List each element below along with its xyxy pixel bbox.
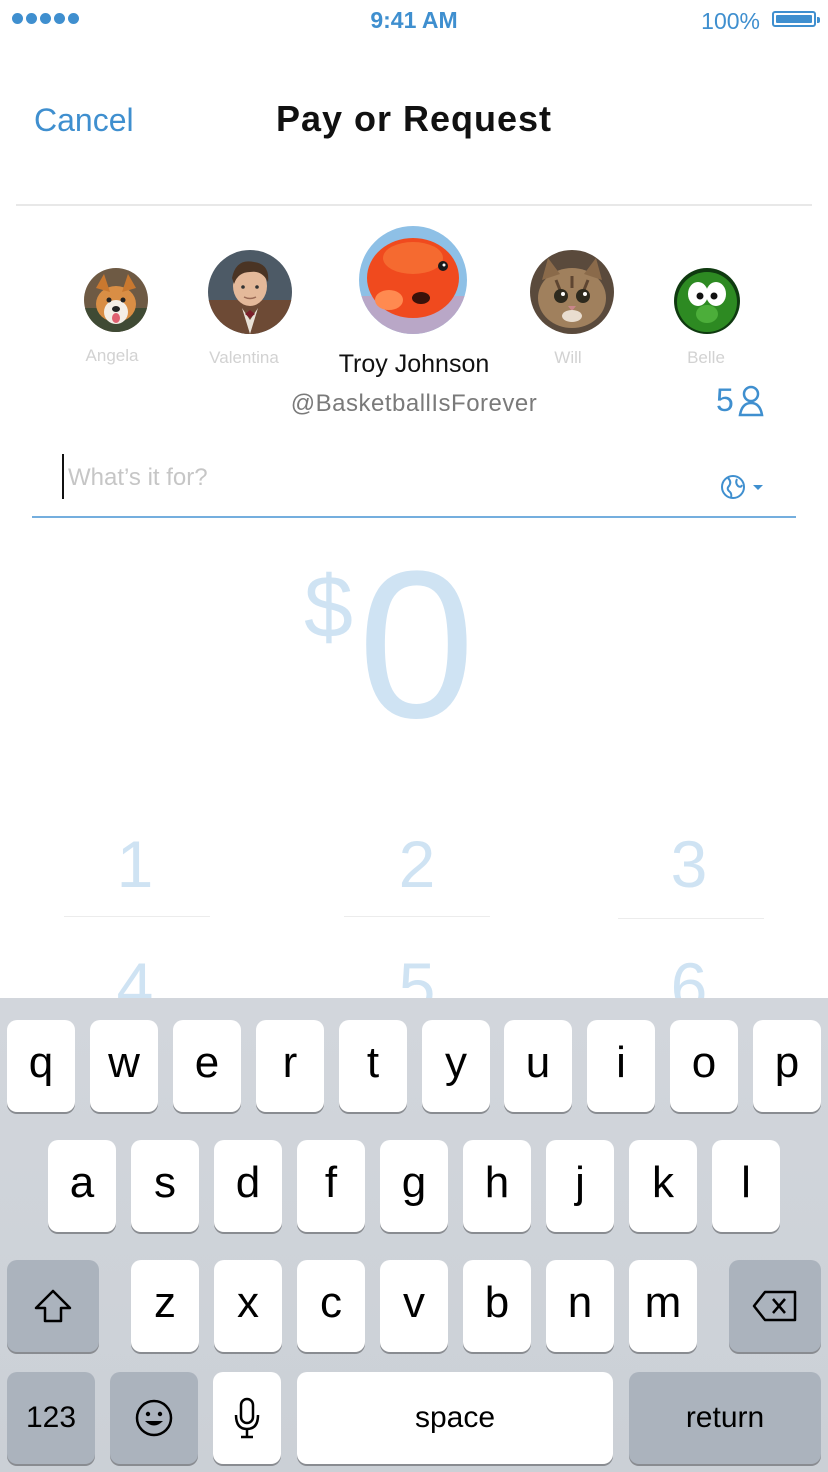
key-label: z [154, 1278, 176, 1327]
key-label: u [525, 1038, 551, 1087]
key-o[interactable]: o [670, 1020, 738, 1112]
key-y[interactable]: y [422, 1020, 490, 1112]
key-p[interactable]: p [753, 1020, 821, 1112]
battery-percentage: 100% [701, 8, 760, 34]
person-icon [738, 385, 764, 416]
key-label: y [445, 1038, 467, 1087]
key-label: t [366, 1038, 380, 1087]
key-label: c [320, 1278, 342, 1327]
key-label: w [108, 1038, 140, 1087]
key-label: e [194, 1038, 220, 1087]
numpad-key-1[interactable]: 1 [62, 826, 208, 902]
key-k[interactable]: k [629, 1140, 697, 1232]
privacy-selector[interactable] [720, 474, 766, 500]
group-count-value: 5 [716, 382, 734, 418]
numpad-key-3[interactable]: 3 [616, 826, 762, 902]
key-label: f [324, 1158, 338, 1207]
key-label: k [652, 1158, 674, 1207]
key-m[interactable]: m [629, 1260, 697, 1352]
delete-key[interactable] [729, 1260, 821, 1352]
key-label: a [69, 1158, 95, 1207]
key-j[interactable]: j [546, 1140, 614, 1232]
numpad-divider [344, 916, 490, 917]
chevron-down-icon [753, 485, 763, 490]
numpad-divider [64, 916, 210, 917]
key-z[interactable]: z [131, 1260, 199, 1352]
contact-avatar-troy-johnson[interactable] [359, 226, 467, 334]
key-label: x [237, 1278, 259, 1327]
emoji-key[interactable] [110, 1372, 198, 1464]
key-label: return [685, 1401, 765, 1434]
key-g[interactable]: g [380, 1140, 448, 1232]
key-label: d [235, 1158, 261, 1207]
numbers-key[interactable]: 123 [7, 1372, 95, 1464]
key-label: i [616, 1038, 626, 1087]
currency-symbol: $ [304, 557, 353, 656]
shift-arrow-icon [34, 1289, 72, 1323]
key-q[interactable]: q [7, 1020, 75, 1112]
key-label: q [28, 1038, 54, 1087]
contact-avatar-belle[interactable] [674, 268, 740, 334]
shift-key[interactable] [7, 1260, 99, 1352]
note-field[interactable] [32, 450, 796, 518]
emoji-icon [135, 1399, 173, 1437]
backspace-icon [752, 1290, 797, 1322]
key-r[interactable]: r [256, 1020, 324, 1112]
text-cursor [62, 454, 64, 499]
key-l[interactable]: l [712, 1140, 780, 1232]
key-e[interactable]: e [173, 1020, 241, 1112]
key-x[interactable]: x [214, 1260, 282, 1352]
key-label: v [403, 1278, 425, 1327]
status-bar: 9:41 AM 100% [0, 0, 828, 44]
space-key[interactable]: space [297, 1372, 613, 1464]
key-f[interactable]: f [297, 1140, 365, 1232]
numpad-divider [618, 918, 764, 919]
contact-avatar-will[interactable] [530, 250, 614, 334]
key-label: g [401, 1158, 427, 1207]
key-label: p [774, 1038, 800, 1087]
key-label: b [484, 1278, 510, 1327]
key-u[interactable]: u [504, 1020, 572, 1112]
key-i[interactable]: i [587, 1020, 655, 1112]
key-c[interactable]: c [297, 1260, 365, 1352]
note-input[interactable] [68, 460, 668, 496]
numpad-key-2[interactable]: 2 [344, 826, 490, 902]
globe-icon [721, 475, 745, 499]
group-count-button[interactable]: 5 [716, 382, 764, 419]
key-label: r [282, 1038, 298, 1087]
microphone-icon [234, 1397, 260, 1439]
key-b[interactable]: b [463, 1260, 531, 1352]
key-label: j [575, 1158, 585, 1207]
contact-name-will: Will [554, 348, 582, 367]
contact-name-angela: Angela [85, 346, 139, 365]
dictation-key[interactable] [213, 1372, 281, 1464]
page-title: Pay or Request [275, 98, 553, 139]
key-w[interactable]: w [90, 1020, 158, 1112]
amount-value: 0 [358, 527, 475, 762]
key-s[interactable]: s [131, 1140, 199, 1232]
contact-avatar-angela[interactable] [84, 268, 148, 332]
key-label: l [741, 1158, 751, 1207]
contact-name-belle: Belle [687, 348, 725, 367]
contact-avatar-valentina[interactable] [208, 250, 292, 334]
key-label: h [484, 1158, 510, 1207]
return-key[interactable]: return [629, 1372, 821, 1464]
nav-divider [16, 204, 812, 206]
key-a[interactable]: a [48, 1140, 116, 1232]
key-n[interactable]: n [546, 1260, 614, 1352]
key-label: space [414, 1401, 496, 1434]
key-label: s [154, 1158, 176, 1207]
key-label: o [691, 1038, 717, 1087]
key-t[interactable]: t [339, 1020, 407, 1112]
key-label: m [644, 1278, 682, 1327]
selected-contact-handle: @BasketballIsForever [290, 390, 538, 417]
key-v[interactable]: v [380, 1260, 448, 1352]
key-d[interactable]: d [214, 1140, 282, 1232]
key-label: 123 [25, 1401, 77, 1434]
battery-icon [772, 11, 820, 27]
key-h[interactable]: h [463, 1140, 531, 1232]
key-label: n [567, 1278, 593, 1327]
keyboard: q w e r t y u i o p a s d f g h j k l z … [0, 998, 828, 1472]
